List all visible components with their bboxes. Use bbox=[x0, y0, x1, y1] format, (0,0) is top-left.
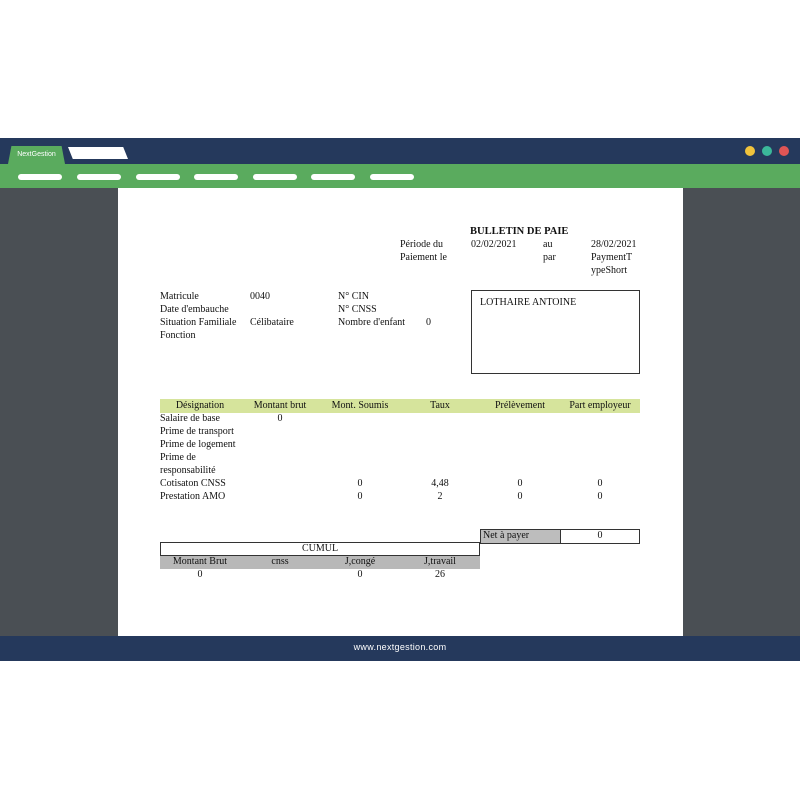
col-prelevement: Prélèvement bbox=[495, 400, 545, 411]
enfant-label: Nombre d'enfant bbox=[338, 317, 406, 328]
row-designation: Prestation AMO bbox=[160, 491, 226, 502]
paiement-label: Paiement le bbox=[400, 252, 447, 263]
row-employeur: 0 bbox=[597, 478, 603, 489]
row-prelevement: 0 bbox=[517, 478, 523, 489]
row-soumis: 0 bbox=[357, 478, 363, 489]
row-soumis: 0 bbox=[357, 491, 363, 502]
embauche-label: Date d'embauche bbox=[160, 304, 229, 315]
col-montant-brut: Montant brut bbox=[253, 400, 307, 411]
browser-tab-bar: NextGestion bbox=[0, 138, 800, 164]
net-a-payer-value: 0 bbox=[597, 530, 603, 541]
matricule-label: Matricule bbox=[160, 291, 199, 302]
tab-label: NextGestion bbox=[17, 151, 56, 158]
nav-item[interactable] bbox=[18, 174, 62, 180]
row-employeur: 0 bbox=[597, 491, 603, 502]
cumul-box: CUMUL bbox=[160, 542, 480, 556]
footer-url[interactable]: www.nextgestion.com bbox=[0, 636, 800, 658]
cumul-label: CUMUL bbox=[301, 543, 339, 554]
content-area: BULLETIN DE PAIE Période du 02/02/2021 a… bbox=[0, 188, 800, 636]
row-taux: 2 bbox=[437, 491, 443, 502]
tab-nextgestion[interactable]: NextGestion bbox=[8, 146, 65, 164]
nav-item[interactable] bbox=[136, 174, 180, 180]
row-designation: Salaire de base bbox=[160, 413, 220, 424]
row-brut: 0 bbox=[277, 413, 283, 424]
row-designation: Prime de logement bbox=[160, 439, 236, 450]
cnss-label: N° CNSS bbox=[338, 304, 377, 315]
periode-end: 28/02/2021 bbox=[591, 239, 637, 250]
browser-footer: www.nextgestion.com bbox=[0, 636, 800, 661]
col-mont-soumis: Mont. Soumis bbox=[331, 400, 389, 411]
row-designation: Prime de transport bbox=[160, 426, 234, 437]
cumul-col-jtravail: J,travail bbox=[424, 556, 456, 567]
situation-value: Célibataire bbox=[250, 317, 294, 328]
net-a-payer-box: Net à payer 0 bbox=[480, 529, 640, 544]
window-dot-yellow-icon[interactable] bbox=[745, 146, 755, 156]
matricule-value: 0040 bbox=[250, 291, 270, 302]
employee-name-box: LOTHAIRE ANTOINE bbox=[471, 290, 640, 374]
par-label: par bbox=[543, 252, 556, 263]
au-label: au bbox=[543, 239, 553, 250]
nav-bar bbox=[0, 164, 800, 188]
cumul-col-cnss: cnss bbox=[271, 556, 289, 567]
col-taux: Taux bbox=[430, 400, 450, 411]
situation-label: Situation Familiale bbox=[160, 317, 237, 328]
cumul-col-montant-brut: Montant Brut bbox=[172, 556, 228, 567]
payment-type-line2: ypeShort bbox=[591, 265, 628, 276]
enfant-value: 0 bbox=[426, 317, 431, 328]
net-a-payer-label: Net à payer bbox=[483, 530, 530, 541]
row-taux: 4,48 bbox=[431, 478, 449, 489]
col-designation: Désignation bbox=[175, 400, 225, 411]
browser-window: NextGestion BULLETIN DE PAIE Période du … bbox=[0, 138, 800, 661]
row-prelevement: 0 bbox=[517, 491, 523, 502]
row-designation: Prime de bbox=[160, 452, 196, 463]
cumul-col-jconge: J,congé bbox=[344, 556, 376, 567]
periode-start: 02/02/2021 bbox=[471, 239, 517, 250]
nav-item[interactable] bbox=[311, 174, 355, 180]
nav-item[interactable] bbox=[77, 174, 121, 180]
cin-label: N° CIN bbox=[338, 291, 369, 302]
new-tab[interactable] bbox=[68, 147, 128, 159]
col-part-employeur: Part employeur bbox=[569, 400, 631, 411]
nav-item[interactable] bbox=[194, 174, 238, 180]
nav-item[interactable] bbox=[253, 174, 297, 180]
payment-type-line1: PaymentT bbox=[591, 252, 633, 263]
row-designation: responsabilité bbox=[160, 465, 216, 476]
window-dot-red-icon[interactable] bbox=[779, 146, 789, 156]
employee-name: LOTHAIRE ANTOINE bbox=[480, 297, 577, 308]
cumul-value-jconge: 0 bbox=[357, 569, 363, 580]
periode-label: Période du bbox=[400, 239, 444, 250]
cumul-value-jtravail: 26 bbox=[435, 569, 445, 580]
fonction-label: Fonction bbox=[160, 330, 196, 341]
payslip-title: BULLETIN DE PAIE bbox=[470, 226, 569, 237]
nav-item[interactable] bbox=[370, 174, 414, 180]
window-dot-green-icon[interactable] bbox=[762, 146, 772, 156]
row-designation: Cotisaton CNSS bbox=[160, 478, 226, 489]
cumul-value-montant-brut: 0 bbox=[197, 569, 203, 580]
payslip-document: BULLETIN DE PAIE Période du 02/02/2021 a… bbox=[118, 188, 683, 636]
net-a-payer-label-cell: Net à payer bbox=[481, 530, 561, 543]
